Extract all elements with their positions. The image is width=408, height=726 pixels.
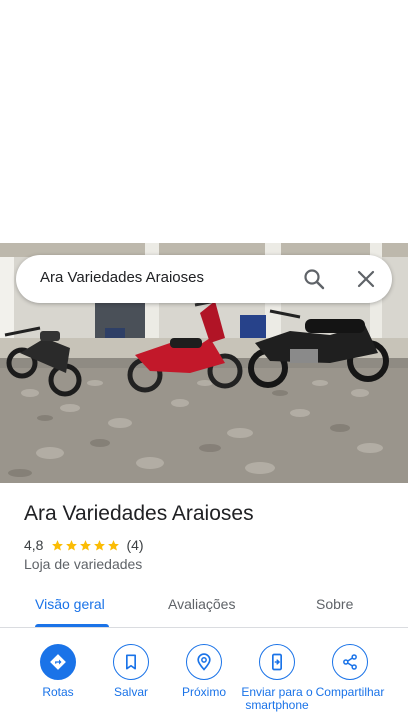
active-tab-indicator: [35, 624, 109, 627]
rating-row[interactable]: 4,8 (4): [24, 536, 144, 554]
send-to-phone-button-circle: [259, 644, 295, 680]
star-icon: [52, 539, 64, 551]
nearby-button[interactable]: Próximo: [164, 644, 244, 699]
save-button[interactable]: Salvar: [91, 644, 171, 699]
directions-button[interactable]: Rotas: [18, 644, 98, 699]
send-to-phone-button[interactable]: Enviar para o smartphone: [237, 644, 317, 712]
star-icon: [66, 539, 78, 551]
star-rating: [51, 539, 120, 552]
search-query-text[interactable]: Ara Variedades Araioses: [40, 269, 204, 286]
blank-area: [0, 0, 408, 243]
search-bar[interactable]: Ara Variedades Araioses: [16, 255, 392, 303]
tab-bar: Visão geral Avaliações Sobre: [0, 588, 408, 628]
share-button[interactable]: Compartilhar: [310, 644, 390, 699]
rating-value: 4,8: [24, 537, 44, 553]
directions-label: Rotas: [42, 685, 74, 699]
review-count: (4): [126, 537, 144, 553]
nearby-button-circle: [186, 644, 222, 680]
send-to-phone-icon: [272, 653, 282, 671]
directions-icon: [50, 654, 66, 670]
star-icon: [94, 539, 106, 551]
star-icon: [108, 539, 120, 551]
search-icon[interactable]: [302, 267, 326, 291]
save-button-circle: [113, 644, 149, 680]
close-icon[interactable]: [354, 267, 378, 291]
tab-about[interactable]: Sobre: [316, 596, 353, 612]
star-icon: [80, 539, 92, 551]
bookmark-icon: [126, 654, 136, 670]
tab-reviews[interactable]: Avaliações: [168, 596, 235, 612]
nearby-icon: [197, 653, 211, 671]
place-category: Loja de variedades: [24, 556, 143, 572]
place-details-screen: Ara Variedades Araioses Ara Variedades A…: [0, 0, 408, 726]
directions-button-circle: [40, 644, 76, 680]
share-icon: [343, 654, 357, 670]
save-label: Salvar: [113, 685, 148, 699]
share-label: Compartilhar: [315, 685, 385, 699]
send-to-phone-label: Enviar para o smartphone: [241, 685, 313, 712]
nearby-label: Próximo: [181, 685, 226, 699]
share-button-circle: [332, 644, 368, 680]
tab-overview[interactable]: Visão geral: [35, 596, 105, 612]
place-title: Ara Variedades Araioses: [24, 502, 254, 525]
action-buttons: Rotas Salvar Próximo Enviar para o smart…: [0, 644, 408, 726]
